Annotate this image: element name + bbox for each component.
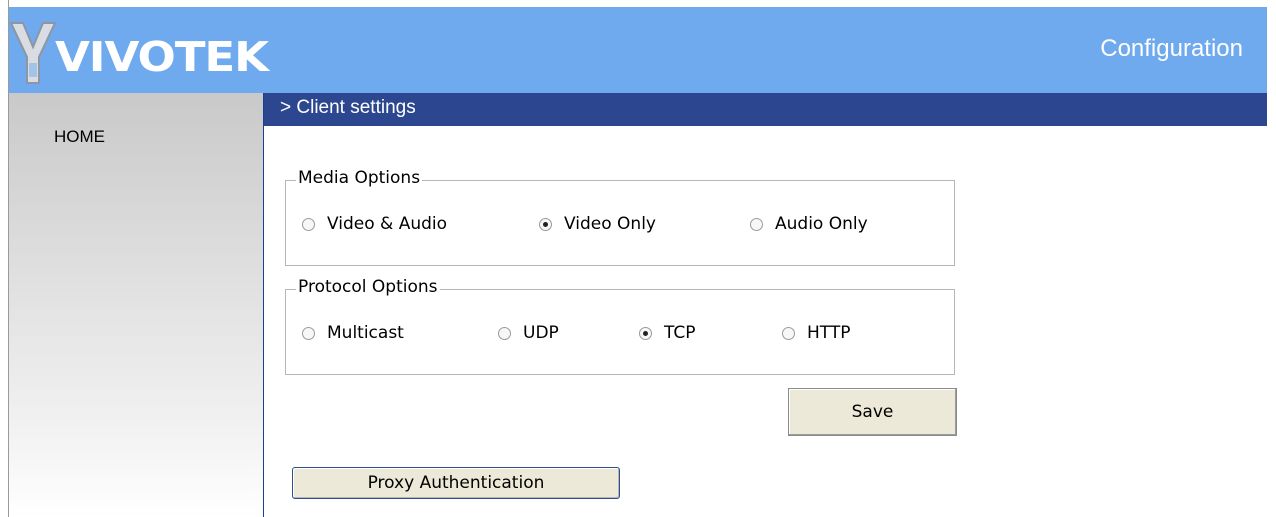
radio-icon[interactable]: [302, 326, 315, 340]
radio-label: TCP: [664, 323, 696, 343]
media-options-group: Media Options Video & Audio Video Only A…: [285, 168, 955, 266]
radio-icon[interactable]: [498, 326, 511, 340]
media-options-legend: Media Options: [296, 168, 423, 188]
radio-icon[interactable]: [302, 217, 315, 231]
radio-udp[interactable]: UDP: [498, 323, 559, 343]
vivotek-logo-icon[interactable]: VIVOTEK: [9, 17, 269, 87]
protocol-options-legend: Protocol Options: [296, 277, 440, 297]
radio-label: Audio Only: [775, 214, 868, 234]
header-bar: VIVOTEK Configuration: [9, 7, 1267, 93]
protocol-options-group: Protocol Options Multicast UDP TCP HTTP: [285, 277, 955, 375]
radio-selected-icon[interactable]: [639, 326, 652, 340]
radio-tcp[interactable]: TCP: [639, 323, 696, 343]
radio-video-only[interactable]: Video Only: [539, 214, 656, 234]
radio-multicast[interactable]: Multicast: [302, 323, 404, 343]
radio-selected-icon[interactable]: [539, 217, 552, 231]
radio-audio-only[interactable]: Audio Only: [750, 214, 868, 234]
sidebar: HOME: [9, 93, 264, 517]
proxy-authentication-button[interactable]: Proxy Authentication: [292, 467, 620, 499]
section-title-bar: > Client settings: [264, 93, 1267, 126]
radio-label: UDP: [523, 323, 559, 343]
radio-label: Multicast: [327, 323, 404, 343]
radio-icon[interactable]: [782, 326, 795, 340]
left-border: [0, 0, 9, 517]
page-frame: VIVOTEK Configuration HOME > Client sett…: [0, 0, 1276, 517]
radio-label: HTTP: [807, 323, 851, 343]
radio-video-audio[interactable]: Video & Audio: [302, 214, 447, 234]
radio-label: Video & Audio: [327, 214, 448, 234]
page-heading: Configuration: [1100, 35, 1243, 62]
content-divider: [263, 93, 264, 517]
save-button[interactable]: Save: [788, 388, 957, 436]
radio-http[interactable]: HTTP: [782, 323, 851, 343]
section-title: > Client settings: [280, 97, 416, 118]
radio-label: Video Only: [564, 214, 656, 234]
logo-text: VIVOTEK: [55, 33, 269, 81]
sidebar-item-home[interactable]: HOME: [54, 127, 105, 147]
radio-icon[interactable]: [750, 217, 763, 231]
